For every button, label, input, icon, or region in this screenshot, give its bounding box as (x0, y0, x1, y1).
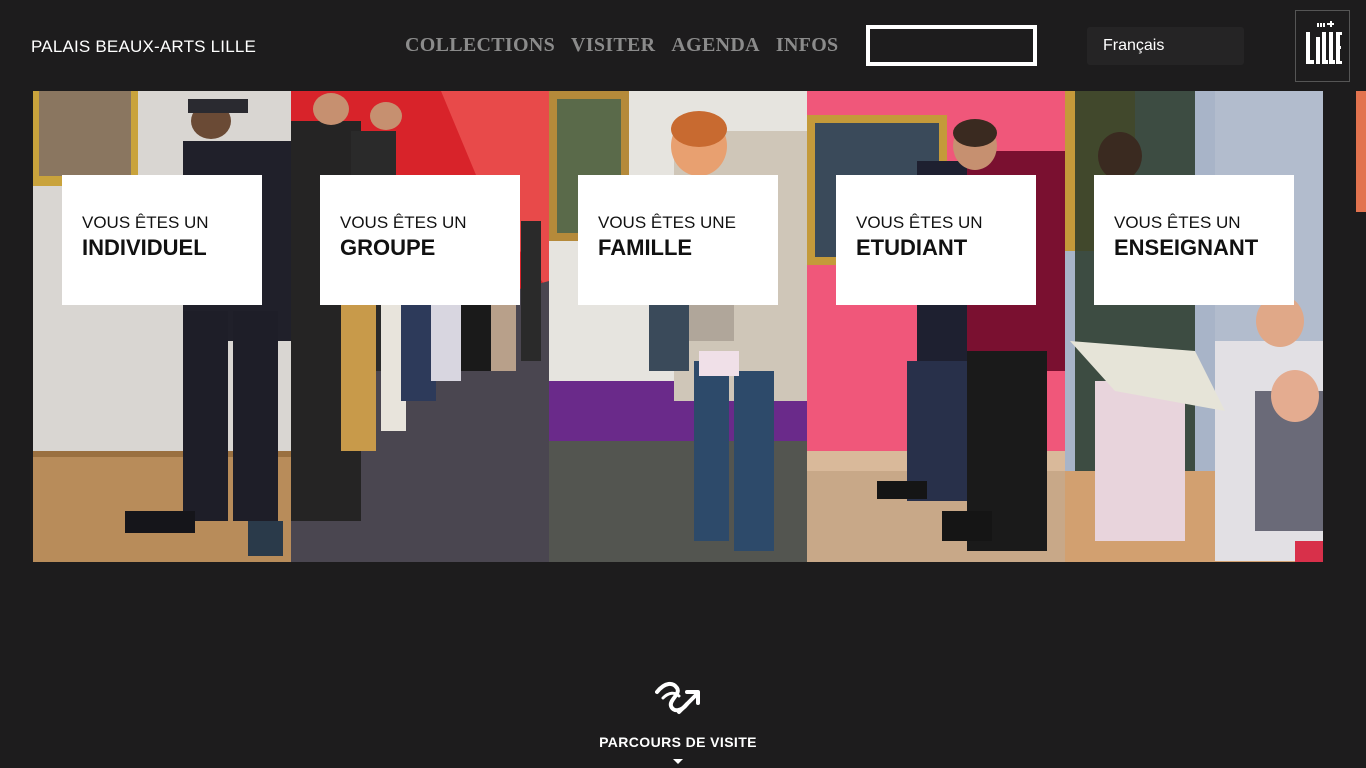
chevron-down-icon (673, 759, 683, 764)
card-prefix: VOUS ÊTES UN (856, 213, 983, 232)
group-visitors-photo (291, 91, 549, 562)
teacher-children-photo (1065, 91, 1323, 562)
museum-visitor-photo (33, 91, 291, 562)
nav-infos[interactable]: INFOS (776, 34, 839, 57)
card-label: FAMILLE (598, 235, 693, 260)
site-title-link[interactable]: PALAIS BEAUX-ARTS LILLE (31, 37, 256, 57)
students-photo (807, 91, 1065, 562)
nav-agenda[interactable]: AGENDA (671, 34, 759, 57)
card-label: GROUPE (340, 235, 436, 260)
audience-panel-groupe[interactable]: VOUS ÊTES UN GROUPE (291, 91, 549, 562)
nav-visiter[interactable]: VISITER (571, 34, 655, 57)
audience-card: VOUS ÊTES UN ETUDIANT (836, 175, 1036, 305)
card-prefix: VOUS ÊTES UN (340, 213, 467, 232)
audience-panel-individuel[interactable]: VOUS ÊTES UN INDIVIDUEL (33, 91, 291, 562)
ville-de-lille-logo[interactable] (1295, 10, 1350, 82)
card-prefix: VOUS ÊTES UN (1114, 213, 1241, 232)
audience-panel-etudiant[interactable]: VOUS ÊTES UN ETUDIANT (807, 91, 1065, 562)
scrollbar-thumb[interactable] (1356, 91, 1366, 212)
audience-card: VOUS ÊTES UNE FAMILLE (578, 175, 778, 305)
site-header: PALAIS BEAUX-ARTS LILLE COLLECTIONS VISI… (0, 0, 1366, 91)
route-arrow-icon (655, 681, 700, 714)
audience-card: VOUS ÊTES UN ENSEIGNANT (1094, 175, 1294, 305)
lille-logo-icon (1306, 21, 1342, 64)
main-nav: COLLECTIONS VISITER AGENDA INFOS (405, 34, 838, 57)
language-select[interactable]: Français (1087, 27, 1244, 65)
audience-panel-famille[interactable]: VOUS ÊTES UNE FAMILLE (549, 91, 807, 562)
search-input[interactable] (866, 25, 1037, 66)
audience-card: VOUS ÊTES UN GROUPE (320, 175, 520, 305)
audience-panels: VOUS ÊTES UN INDIVIDUEL VOUS ÊTES UN GRO… (33, 91, 1323, 562)
parcours-de-visite-link[interactable]: PARCOURS DE VISITE (583, 678, 773, 764)
card-label: INDIVIDUEL (82, 235, 207, 260)
card-prefix: VOUS ÊTES UN (82, 213, 209, 232)
audience-card: VOUS ÊTES UN INDIVIDUEL (62, 175, 262, 305)
nav-collections[interactable]: COLLECTIONS (405, 34, 555, 57)
card-label: ETUDIANT (856, 235, 968, 260)
card-label: ENSEIGNANT (1114, 235, 1259, 260)
family-visitors-photo (549, 91, 807, 562)
card-prefix: VOUS ÊTES UNE (598, 213, 736, 232)
audience-panel-enseignant[interactable]: VOUS ÊTES UN ENSEIGNANT (1065, 91, 1323, 562)
parcours-label: PARCOURS DE VISITE (599, 734, 757, 750)
